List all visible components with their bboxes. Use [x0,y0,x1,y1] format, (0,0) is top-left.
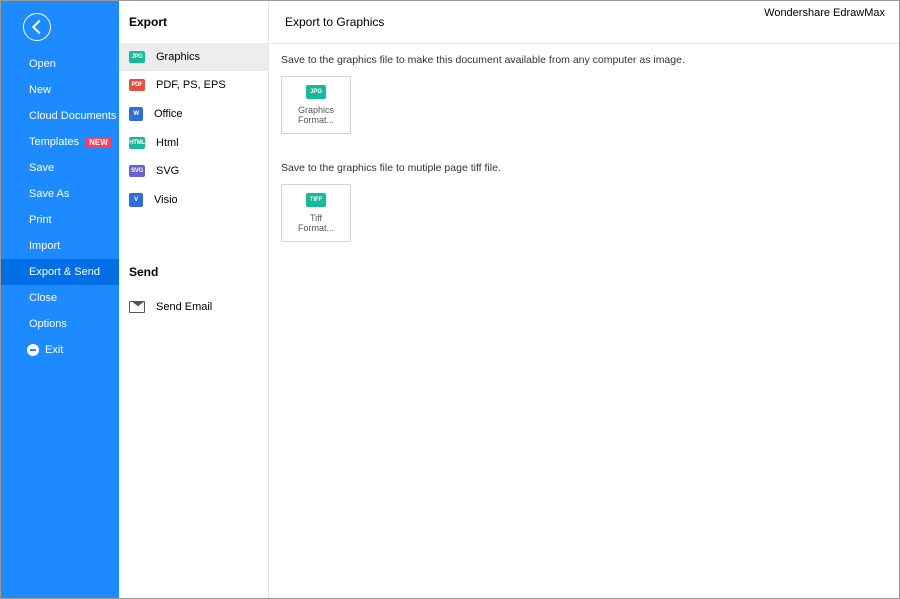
back-button[interactable] [23,13,51,41]
card-label: TiffFormat... [298,213,334,234]
side-item-import[interactable]: Import [1,233,119,259]
pdf-icon: PDF [129,79,145,91]
export-item-graphics[interactable]: JPG Graphics [119,43,268,71]
tiff-icon: TIFF [306,193,326,207]
jpg-icon: JPG [306,85,326,99]
side-item-cloud-documents[interactable]: Cloud Documents [1,103,119,129]
export-item-office[interactable]: W Office [119,99,268,129]
file-menu-sidebar: Open New Cloud Documents Templates NEW S… [1,1,119,598]
description-tiff: Save to the graphics file to mutiple pag… [281,162,887,174]
html-icon: HTML [129,137,145,149]
export-card-graphics-format[interactable]: JPG GraphicsFormat... [281,76,351,134]
export-card-tiff-format[interactable]: TIFF TiffFormat... [281,184,351,242]
export-heading: Export [119,13,268,43]
export-item-label: Office [154,108,183,120]
description-graphics: Save to the graphics file to make this d… [281,54,887,66]
send-item-label: Send Email [156,301,212,313]
export-item-label: PDF, PS, EPS [156,79,226,91]
office-icon: W [129,107,143,121]
side-item-save-as[interactable]: Save As [1,181,119,207]
mail-icon [129,301,145,313]
card-label: GraphicsFormat... [298,105,334,126]
export-item-visio[interactable]: V Visio [119,185,268,215]
side-item-options[interactable]: Options [1,311,119,337]
side-item-save[interactable]: Save [1,155,119,181]
side-item-label: Print [29,214,52,226]
main-content: Wondershare EdrawMax Export to Graphics … [269,1,899,598]
svg-icon: SVG [129,165,145,177]
visio-icon: V [129,193,143,207]
export-item-html[interactable]: HTML Html [119,129,268,157]
side-item-label: Templates [29,136,79,148]
send-heading: Send [119,263,268,293]
export-item-label: Html [156,137,179,149]
side-item-label: Exit [45,344,63,356]
side-item-print[interactable]: Print [1,207,119,233]
side-item-label: Close [29,292,57,304]
side-item-label: Export & Send [29,266,100,278]
side-item-label: Open [29,58,56,70]
new-badge: NEW [85,137,112,148]
side-item-label: Import [29,240,60,252]
export-item-label: Graphics [156,51,200,63]
back-arrow-icon [31,20,45,34]
side-item-export-and-send[interactable]: Export & Send [1,259,119,285]
side-item-label: Save [29,162,54,174]
send-item-email[interactable]: Send Email [119,293,268,321]
side-item-exit[interactable]: Exit [1,337,119,363]
export-item-label: SVG [156,165,179,177]
export-item-label: Visio [154,194,178,206]
app-title: Wondershare EdrawMax [764,7,885,19]
side-item-label: Cloud Documents [29,110,116,122]
side-item-open[interactable]: Open [1,51,119,77]
exit-icon [27,344,39,356]
export-category-column: Export JPG Graphics PDF PDF, PS, EPS W O… [119,1,269,598]
export-item-svg[interactable]: SVG SVG [119,157,268,185]
side-item-label: Options [29,318,67,330]
side-item-close[interactable]: Close [1,285,119,311]
side-item-new[interactable]: New [1,77,119,103]
side-item-label: New [29,84,51,96]
export-item-pdf[interactable]: PDF PDF, PS, EPS [119,71,268,99]
jpg-icon: JPG [129,51,145,63]
side-item-templates[interactable]: Templates NEW [1,129,119,155]
side-item-label: Save As [29,188,69,200]
